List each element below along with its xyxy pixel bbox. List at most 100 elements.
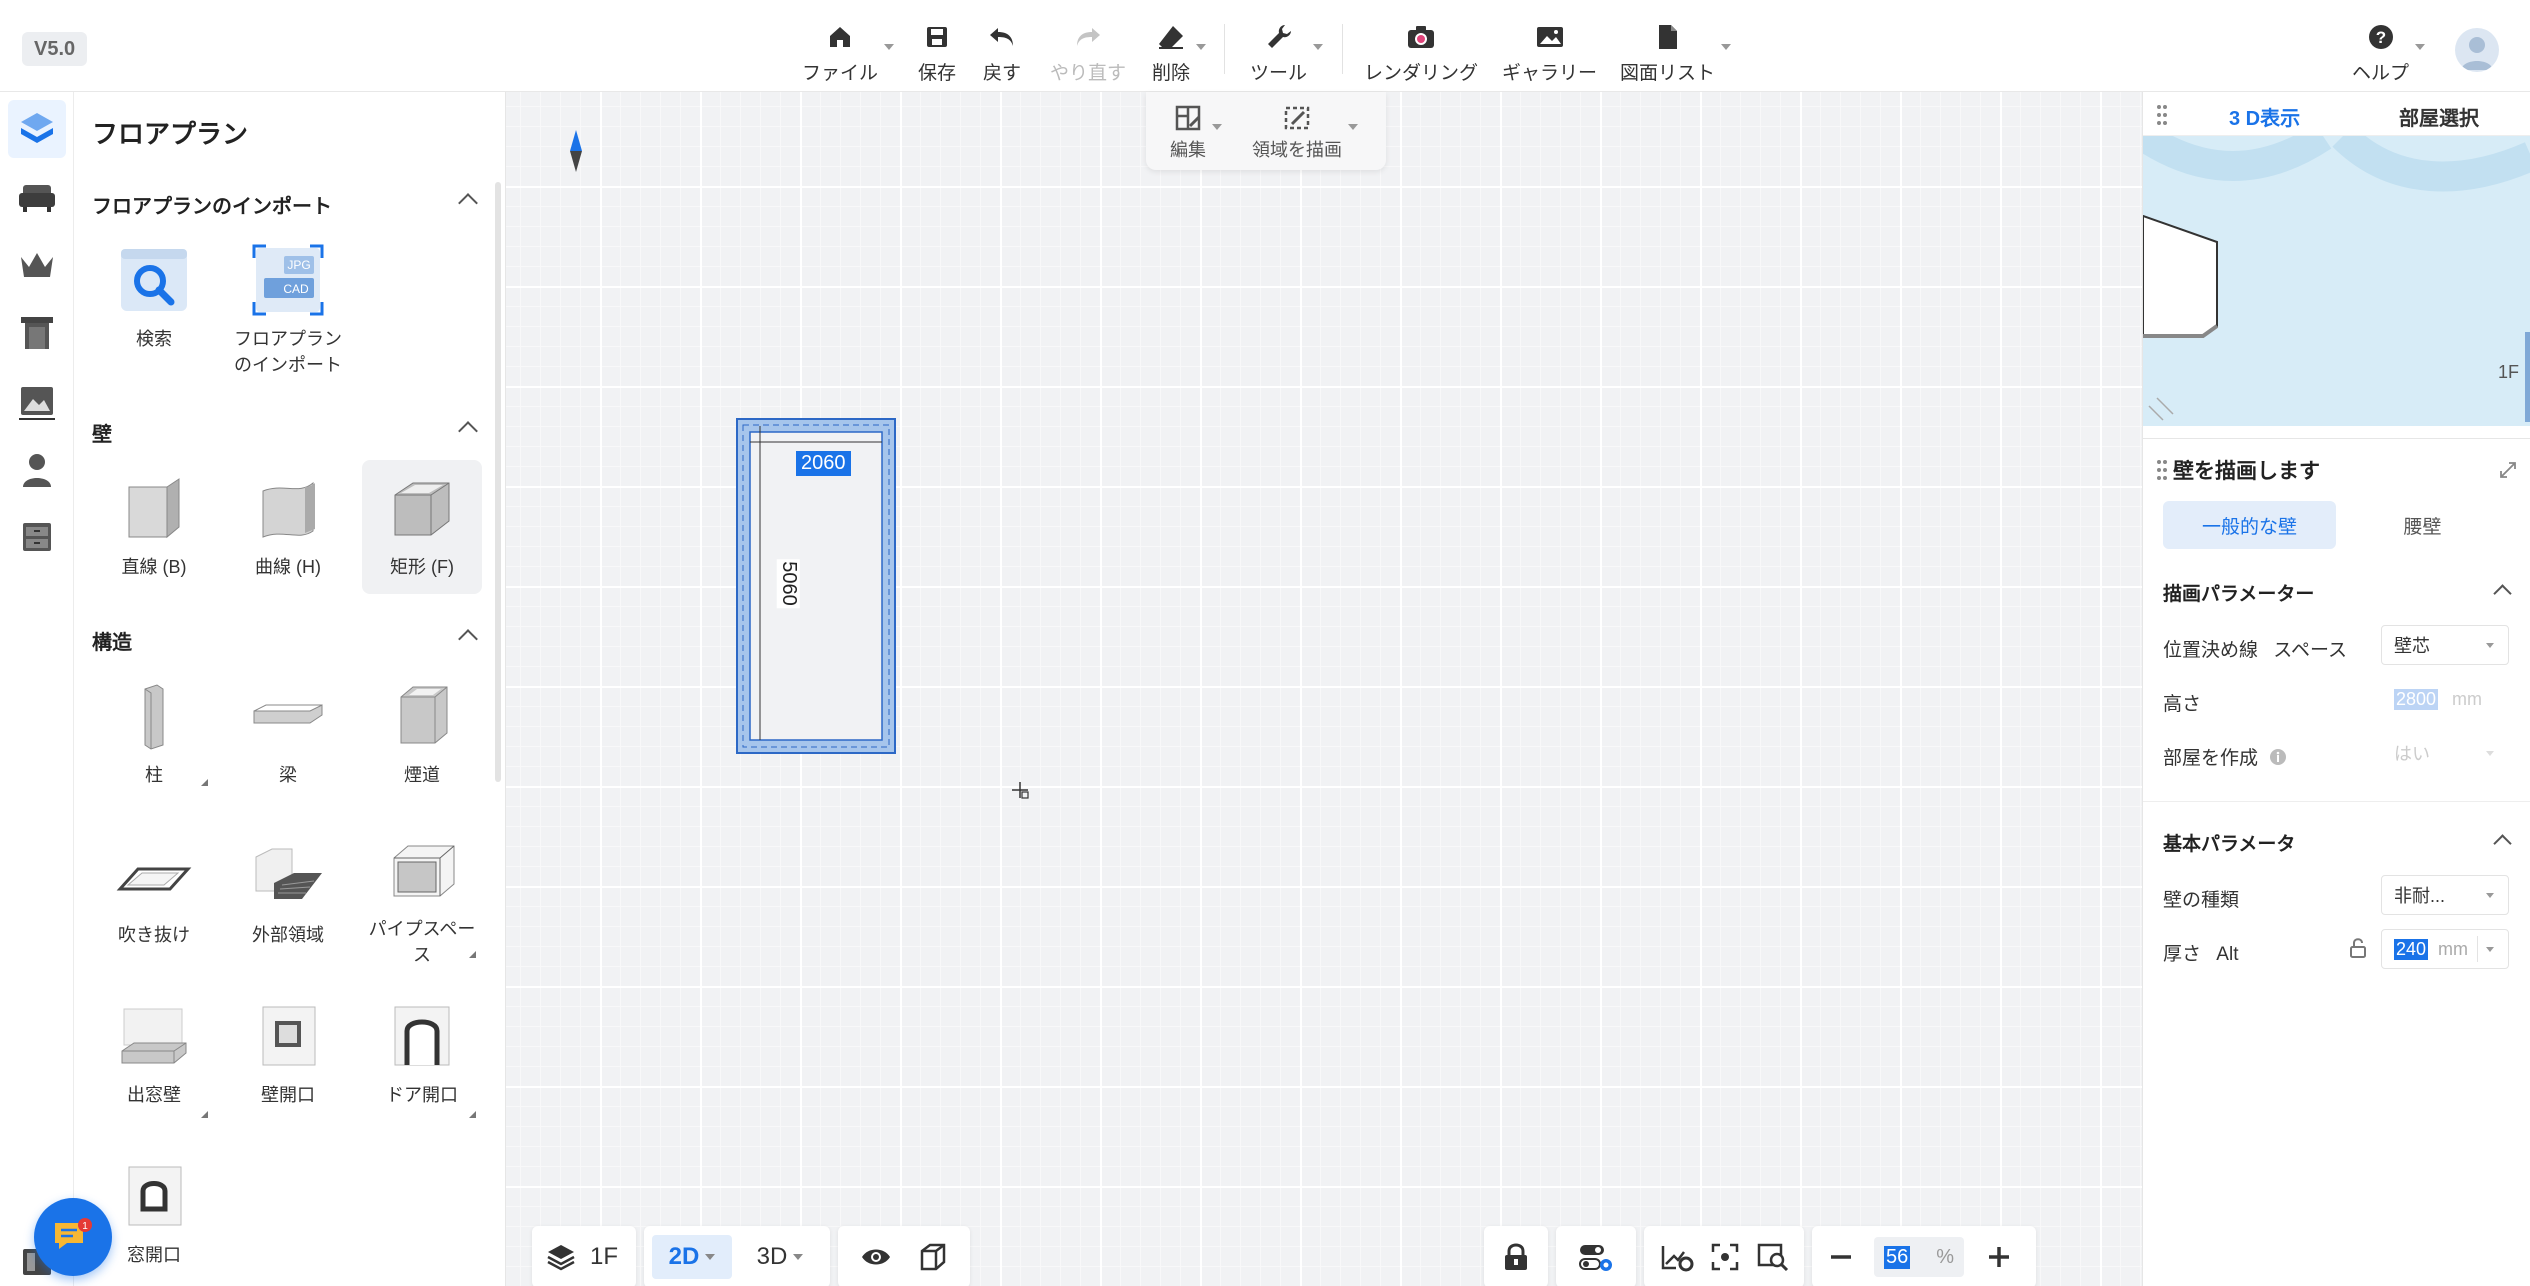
info-icon[interactable] xyxy=(2269,748,2287,766)
view-3d-button[interactable]: 3D xyxy=(740,1235,820,1279)
chevron-up-icon[interactable] xyxy=(458,421,478,441)
view-3d-label: 3D xyxy=(756,1243,788,1270)
room-width-dimension[interactable]: 2060 xyxy=(796,451,851,476)
draw-area-tool-button[interactable]: 領域を描画 xyxy=(1252,104,1358,162)
svg-text:?: ? xyxy=(2375,28,2385,47)
undo-button[interactable]: 戻す xyxy=(983,22,1021,85)
3d-preview[interactable]: 1F xyxy=(2143,136,2530,426)
view-2d-button[interactable]: 2D xyxy=(652,1235,732,1279)
toolbar-divider xyxy=(1224,24,1225,74)
beam-icon xyxy=(253,704,323,724)
expand-icon[interactable] xyxy=(2499,461,2517,479)
floorplan-canvas[interactable]: 編集 領域を描画 2060 5060 1F 2D 3D 56 % xyxy=(506,92,2142,1286)
room-length-dimension[interactable]: 5060 xyxy=(776,559,800,608)
save-icon xyxy=(922,22,952,52)
wall-type-select[interactable]: 非耐... xyxy=(2381,875,2509,915)
zoom-in-button[interactable] xyxy=(1986,1244,2012,1270)
tab-room-select[interactable]: 部屋選択 xyxy=(2399,102,2479,131)
tools-label: ツール xyxy=(1250,63,1308,84)
rail-item-cabinets[interactable] xyxy=(8,508,66,566)
pipe-space-tile[interactable]: パイプスペー ス xyxy=(362,828,482,965)
chat-support-button[interactable]: 1 xyxy=(34,1198,112,1276)
right-panel-tabs: 3 D表示 部屋選択 xyxy=(2143,92,2530,141)
chevron-up-icon[interactable] xyxy=(2493,834,2512,853)
undo-icon xyxy=(987,22,1017,52)
toggle-settings-icon xyxy=(1579,1245,1612,1271)
edit-tool-button[interactable]: 編集 xyxy=(1170,104,1222,162)
column-tile[interactable]: 柱 xyxy=(94,668,214,802)
rendering-button[interactable]: レンダリング xyxy=(1364,22,1478,85)
image-icon xyxy=(1535,22,1565,52)
cabinet-icon xyxy=(23,523,51,551)
flue-tile[interactable]: 煙道 xyxy=(362,668,482,802)
drag-handle-icon[interactable] xyxy=(2157,104,2167,126)
bay-window-wall-label: 出窓壁 xyxy=(127,1085,181,1105)
house-icon xyxy=(825,22,855,52)
height-input[interactable]: 2800 mm xyxy=(2381,679,2509,719)
straight-wall-label: 直線 (B) xyxy=(121,557,187,577)
zoom-out-button[interactable] xyxy=(1828,1244,1854,1270)
zoom-input[interactable]: 56 % xyxy=(1874,1237,1964,1277)
chevron-up-icon[interactable] xyxy=(458,193,478,213)
chevron-up-icon[interactable] xyxy=(458,629,478,649)
delete-button[interactable]: 削除 xyxy=(1152,22,1207,85)
snap-settings-button[interactable] xyxy=(1578,1241,1614,1273)
rectangle-wall-label: 矩形 (F) xyxy=(390,557,454,577)
thickness-input[interactable]: 240 mm xyxy=(2381,929,2509,969)
cube-view-button[interactable] xyxy=(918,1242,948,1272)
file-menu-button[interactable]: ファイル xyxy=(802,22,895,85)
import-floorplan-tile[interactable]: JPG CAD フロアプラン のインポート xyxy=(228,232,348,375)
position-line-select[interactable]: 壁芯 xyxy=(2381,625,2509,665)
segment-waist-wall[interactable]: 腰壁 xyxy=(2336,501,2509,549)
lock-button[interactable] xyxy=(1502,1242,1530,1272)
create-room-select[interactable]: はい xyxy=(2381,733,2509,773)
fit-view-button[interactable] xyxy=(1710,1242,1740,1272)
rail-item-floorplan[interactable] xyxy=(8,100,66,158)
floor-selector[interactable]: 1F xyxy=(532,1226,636,1286)
save-button[interactable]: 保存 xyxy=(918,22,956,85)
drag-handle-icon[interactable] xyxy=(2157,459,2167,481)
chevron-up-icon[interactable] xyxy=(2493,584,2512,603)
straight-wall-tile[interactable]: 直線 (B) xyxy=(94,460,214,594)
bay-window-wall-tile[interactable]: 出窓壁 xyxy=(94,988,214,1122)
wall-opening-tile[interactable]: 壁開口 xyxy=(228,988,348,1122)
search-tile[interactable]: 検索 xyxy=(94,232,214,366)
visibility-button[interactable] xyxy=(860,1246,892,1268)
rail-item-landscape[interactable] xyxy=(8,372,66,430)
window-opening-image xyxy=(116,1158,192,1234)
straight-wall-image xyxy=(116,470,192,546)
import-section-title: フロアプランのインポート xyxy=(92,196,332,218)
beam-tile[interactable]: 梁 xyxy=(228,668,348,802)
window-opening-tile[interactable]: 窓開口 xyxy=(94,1148,214,1282)
rectangle-wall-tile[interactable]: 矩形 (F) xyxy=(362,460,482,594)
draw-area-tool-label: 領域を描画 xyxy=(1252,140,1342,160)
jpg-cad-import-icon: JPG CAD xyxy=(252,244,324,316)
help-icon: ? xyxy=(2366,22,2396,52)
gallery-button[interactable]: ギャラリー xyxy=(1502,22,1597,85)
help-button[interactable]: ? ヘルプ xyxy=(2352,22,2426,85)
height-unit: mm xyxy=(2452,688,2483,709)
exterior-area-tile[interactable]: 外部領域 xyxy=(228,828,348,962)
rail-item-people[interactable] xyxy=(8,440,66,498)
tools-menu-button[interactable]: ツール xyxy=(1250,22,1324,85)
tab-3d-view[interactable]: 3 D表示 xyxy=(2229,102,2301,141)
drawing-list-button[interactable]: 図面リスト xyxy=(1620,22,1732,85)
curved-wall-tile[interactable]: 曲線 (H) xyxy=(228,460,348,594)
zoom-preview-button[interactable] xyxy=(1756,1242,1790,1272)
door-opening-tile[interactable]: ドア開口 xyxy=(362,988,482,1122)
height-label: 高さ xyxy=(2163,694,2202,715)
edit-grid-icon xyxy=(1175,105,1201,131)
compass-icon xyxy=(570,130,582,172)
plus-icon xyxy=(1989,1247,2009,1267)
view-settings-button[interactable] xyxy=(1660,1242,1694,1272)
save-label: 保存 xyxy=(918,63,957,84)
void-tile[interactable]: 吹き抜け xyxy=(94,828,214,962)
rail-item-decor[interactable] xyxy=(8,236,66,294)
avatar[interactable] xyxy=(2455,28,2499,72)
rail-item-furniture[interactable] xyxy=(8,168,66,226)
redo-button[interactable]: やり直す xyxy=(1050,22,1126,85)
segment-general-wall[interactable]: 一般的な壁 xyxy=(2163,501,2336,549)
panel-scrollbar[interactable] xyxy=(495,182,501,782)
unlock-icon[interactable] xyxy=(2349,937,2367,959)
rail-item-doors[interactable] xyxy=(8,304,66,362)
